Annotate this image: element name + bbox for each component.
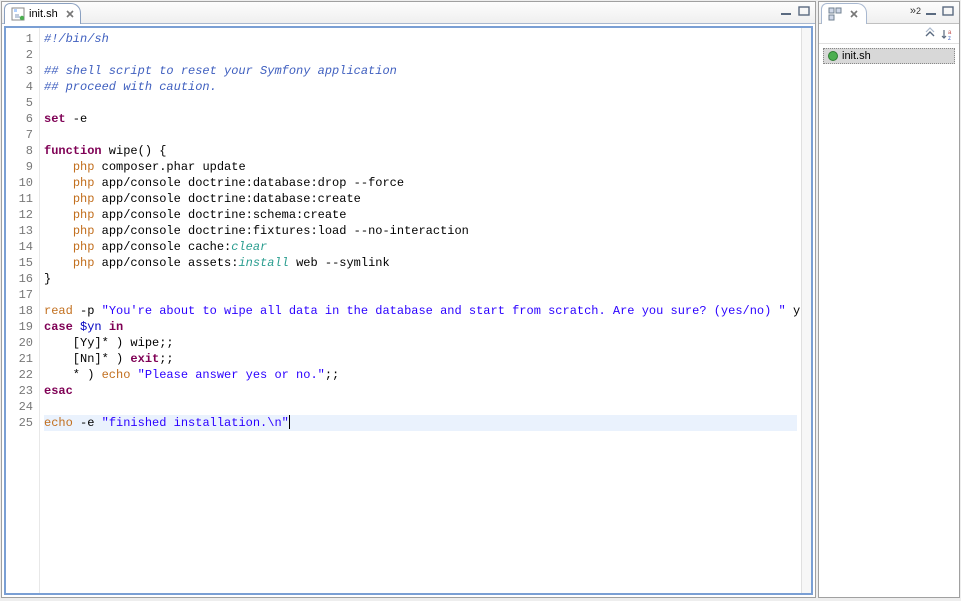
maximize-icon[interactable]: [941, 4, 955, 18]
close-icon[interactable]: [848, 8, 860, 20]
outline-view-icon: [828, 7, 842, 21]
code-line[interactable]: ## shell script to reset your Symfony ap…: [44, 63, 797, 79]
line-number: 2: [8, 47, 33, 63]
code-line[interactable]: php app/console assets:install web --sym…: [44, 255, 797, 271]
editor-tab-bar: init.sh: [2, 2, 815, 24]
code-line[interactable]: [44, 287, 797, 303]
code-line[interactable]: [44, 47, 797, 63]
maximize-icon[interactable]: [797, 4, 811, 18]
line-number: 11: [8, 191, 33, 207]
line-number: 21: [8, 351, 33, 367]
code-line[interactable]: php app/console cache:clear: [44, 239, 797, 255]
sort-alpha-icon[interactable]: a z: [941, 27, 955, 41]
code-line[interactable]: #!/bin/sh: [44, 31, 797, 47]
code-line[interactable]: [44, 399, 797, 415]
line-number: 18: [8, 303, 33, 319]
editor-tab-init-sh[interactable]: init.sh: [4, 3, 81, 24]
code-line[interactable]: php app/console doctrine:schema:create: [44, 207, 797, 223]
line-number: 14: [8, 239, 33, 255]
line-number: 7: [8, 127, 33, 143]
editor-panel: init.sh 12345678910111213141516171819202…: [1, 1, 816, 598]
line-number: 22: [8, 367, 33, 383]
shell-file-icon: [11, 7, 25, 21]
code-editor[interactable]: 1234567891011121314151617181920212223242…: [4, 26, 813, 595]
code-line[interactable]: }: [44, 271, 797, 287]
line-number: 13: [8, 223, 33, 239]
line-number: 12: [8, 207, 33, 223]
line-number: 25: [8, 415, 33, 431]
code-line[interactable]: [44, 127, 797, 143]
outline-item-init-sh[interactable]: init.sh: [823, 48, 955, 64]
line-number: 17: [8, 287, 33, 303]
code-line[interactable]: [Yy]* ) wipe;;: [44, 335, 797, 351]
line-number: 20: [8, 335, 33, 351]
code-content[interactable]: #!/bin/sh ## shell script to reset your S…: [40, 28, 801, 593]
overflow-count: 2: [916, 6, 921, 16]
close-icon[interactable]: [64, 8, 76, 20]
line-number: 24: [8, 399, 33, 415]
outline-item-label: init.sh: [842, 50, 871, 62]
text-cursor: [289, 415, 290, 429]
outline-view-tab[interactable]: [821, 3, 867, 24]
line-number: 16: [8, 271, 33, 287]
minimize-icon[interactable]: [779, 4, 793, 18]
line-number: 4: [8, 79, 33, 95]
code-line[interactable]: php composer.phar update: [44, 159, 797, 175]
code-line[interactable]: function wipe() {: [44, 143, 797, 159]
code-line[interactable]: php app/console doctrine:database:create: [44, 191, 797, 207]
code-line[interactable]: read -p "You're about to wipe all data i…: [44, 303, 797, 319]
code-line[interactable]: [44, 95, 797, 111]
svg-text:z: z: [948, 36, 951, 41]
overview-ruler[interactable]: [801, 28, 811, 593]
outline-sort-toolbar: a z: [819, 24, 959, 44]
code-line[interactable]: * ) echo "Please answer yes or no.";;: [44, 367, 797, 383]
line-number: 3: [8, 63, 33, 79]
code-line[interactable]: php app/console doctrine:database:drop -…: [44, 175, 797, 191]
line-number: 9: [8, 159, 33, 175]
code-line[interactable]: case $yn in: [44, 319, 797, 335]
code-line[interactable]: esac: [44, 383, 797, 399]
outline-body: init.sh: [819, 44, 959, 597]
minimize-icon[interactable]: [924, 4, 938, 18]
code-line[interactable]: echo -e "finished installation.\n": [44, 415, 797, 431]
shell-script-icon: [828, 51, 838, 61]
line-number: 8: [8, 143, 33, 159]
collapse-all-icon[interactable]: [923, 27, 937, 41]
line-number: 6: [8, 111, 33, 127]
code-line[interactable]: php app/console doctrine:fixtures:load -…: [44, 223, 797, 239]
overflow-chevron-icon[interactable]: »2: [910, 4, 921, 18]
code-line[interactable]: [Nn]* ) exit;;: [44, 351, 797, 367]
code-line[interactable]: ## proceed with caution.: [44, 79, 797, 95]
line-number: 5: [8, 95, 33, 111]
editor-tab-controls: [779, 4, 811, 18]
line-number: 10: [8, 175, 33, 191]
line-number: 23: [8, 383, 33, 399]
line-number-gutter: 1234567891011121314151617181920212223242…: [6, 28, 40, 593]
line-number: 19: [8, 319, 33, 335]
outline-tab-bar: »2: [819, 2, 959, 24]
outline-panel: »2 a z init.sh: [818, 1, 960, 598]
code-line[interactable]: set -e: [44, 111, 797, 127]
editor-tab-label: init.sh: [29, 8, 58, 20]
line-number: 15: [8, 255, 33, 271]
line-number: 1: [8, 31, 33, 47]
